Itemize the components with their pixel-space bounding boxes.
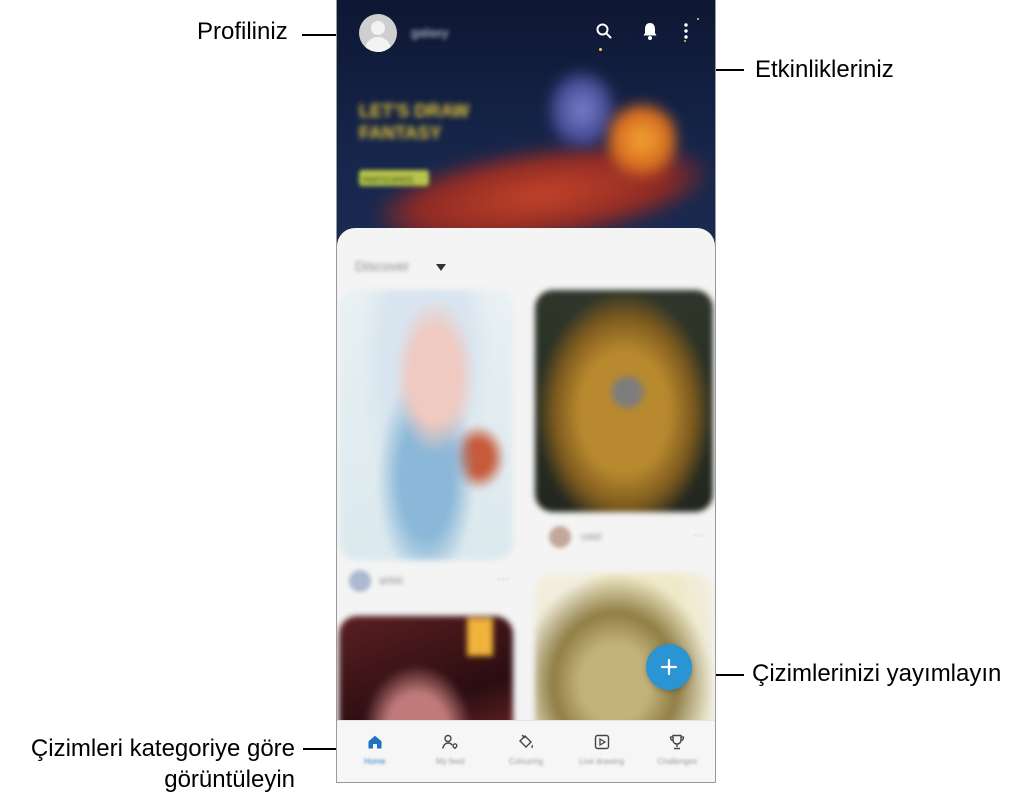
nav-label: My feed [436, 757, 465, 766]
people-icon [442, 734, 458, 750]
nav-label: Home [364, 757, 386, 766]
star-decoration [599, 48, 602, 51]
profile-username[interactable]: galaxy [411, 25, 449, 40]
plus-icon [660, 658, 678, 676]
search-icon[interactable] [591, 18, 617, 44]
callout-browse-line2: görüntüleyin [164, 766, 295, 793]
nav-challenges[interactable]: Challenges [639, 721, 715, 782]
hero-title: LET'S DRAW FANTASY [359, 101, 470, 143]
author-name[interactable]: user [581, 531, 602, 543]
nav-live-drawing[interactable]: Live drawing [564, 721, 640, 782]
callout-publish: Çizimlerinizi yayımlayın [752, 660, 1002, 687]
category-selector-label[interactable]: Discover [355, 258, 409, 274]
profile-avatar[interactable] [359, 14, 397, 52]
nav-my-feed[interactable]: My feed [413, 721, 489, 782]
paint-bucket-icon [518, 734, 534, 749]
author-avatar[interactable] [549, 526, 571, 548]
author-name[interactable]: artist [379, 575, 403, 587]
nav-home[interactable]: Home [337, 721, 413, 782]
card-options-icon[interactable]: ⋯ [693, 528, 705, 542]
callout-activities: Etkinlikleriniz [755, 56, 894, 83]
artwork-card[interactable] [535, 290, 713, 512]
bottom-navigation: Home My feed Colouring Live drawing Chal… [337, 720, 715, 782]
nav-label: Colouring [508, 757, 544, 766]
hero-button[interactable]: PARTICIPATE [359, 170, 429, 186]
trophy-icon [670, 734, 685, 750]
nav-label: Challenges [657, 757, 698, 766]
home-icon [368, 735, 382, 749]
card-options-icon[interactable]: ⋯ [497, 572, 509, 586]
play-icon [594, 734, 609, 750]
callout-browse-line1: Çizimleri kategoriye göre [30, 735, 295, 762]
nav-colouring[interactable]: Colouring [488, 721, 564, 782]
callout-profile: Profiliniz [197, 18, 288, 45]
author-avatar[interactable] [349, 570, 371, 592]
publish-drawing-button[interactable] [646, 644, 692, 690]
artwork-card[interactable] [339, 290, 513, 560]
more-options-icon[interactable] [673, 18, 699, 44]
hero-art-fire [607, 100, 677, 180]
chevron-down-icon[interactable] [436, 264, 446, 271]
phone-screen: LET'S DRAW FANTASY PARTICIPATE galaxy Di… [336, 0, 716, 783]
bell-icon[interactable] [637, 18, 663, 44]
featured-badge [467, 618, 493, 656]
nav-label: Live drawing [579, 757, 625, 766]
callout-browse: Çizimleri kategoriye göre görüntüleyin [8, 733, 295, 795]
